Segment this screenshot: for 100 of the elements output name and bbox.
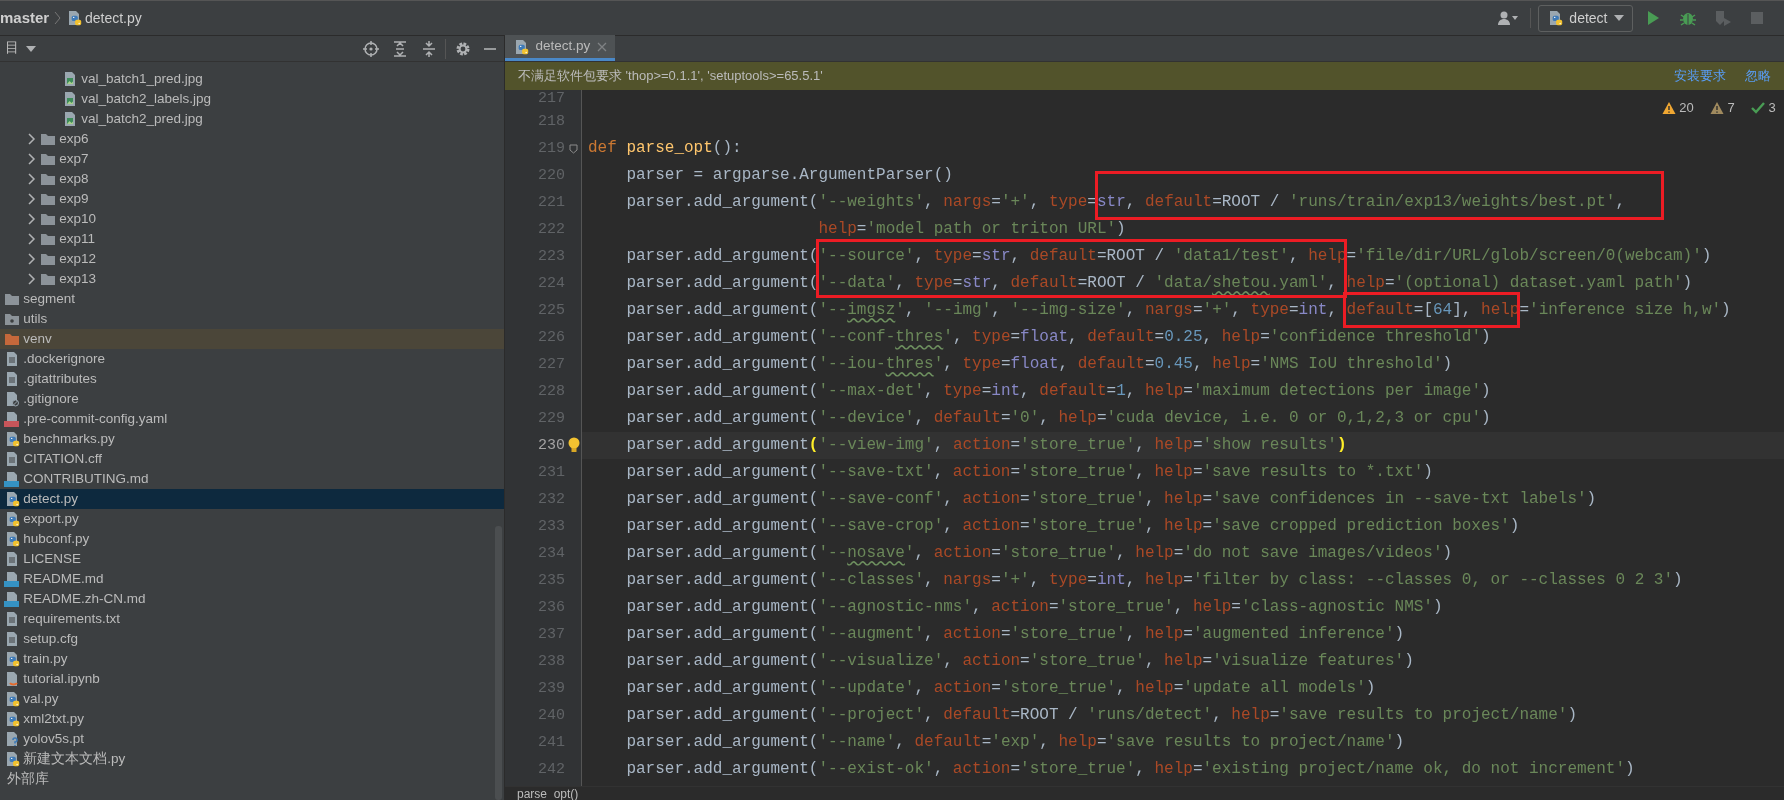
code-line: parser.add_argument('--agnostic-nms', action='store_true', help='class-agnostic NMS') xyxy=(625,598,1443,616)
chevron-icon[interactable] xyxy=(26,152,36,165)
code-line: parser.add_argument('--augment', action='store_true', help='augmented inference') xyxy=(625,625,1405,643)
tree-item[interactable]: .gitattributes xyxy=(0,368,504,389)
tree-item[interactable]: README.zh-CN.md xyxy=(0,588,504,609)
warning-icon xyxy=(1710,100,1725,115)
code-line: parser = argparse.ArgumentParser() xyxy=(625,166,953,184)
tree-item[interactable]: 新建文本文档.py xyxy=(0,748,504,769)
tree-item[interactable]: requirements.txt xyxy=(0,608,504,629)
breadcrumb-item[interactable]: master xyxy=(0,6,50,30)
inspection-counter[interactable]: 7 xyxy=(1705,98,1740,118)
markdown-file-icon xyxy=(4,590,20,607)
locate-icon xyxy=(362,40,379,57)
stop-icon xyxy=(1748,9,1766,27)
tree-item[interactable]: setup.cfg xyxy=(0,628,504,649)
chevron-icon[interactable] xyxy=(26,192,36,205)
tree-item[interactable]: exp6 xyxy=(0,128,504,149)
chevron-icon[interactable] xyxy=(26,132,36,145)
code-line: parser.add_argument('--save-txt', action='store_true', help='save results to *.txt') xyxy=(625,463,1433,481)
tree-item[interactable]: val_batch1_pred.jpg xyxy=(0,68,504,89)
image-file-icon xyxy=(62,110,78,127)
code-line: parser.add_argument('--nosave', action='store_true', help='do not save images/videos') xyxy=(625,544,1453,562)
tree-item[interactable]: train.py xyxy=(0,648,504,669)
caret-icon xyxy=(1614,14,1624,22)
minimize-icon xyxy=(483,47,496,50)
code-line: parser.add_argument('--exist-ok', action='store_true', help='existing project/name ok, do not increment') xyxy=(625,760,1635,778)
ignored-file-icon xyxy=(4,390,20,407)
shield-play-icon xyxy=(1713,9,1732,27)
tree-item[interactable]: venv xyxy=(0,328,504,349)
tree-item[interactable]: exp13 xyxy=(0,268,504,289)
tree-item[interactable]: utils xyxy=(0,308,504,329)
tree-item[interactable]: CITATION.cff xyxy=(0,448,504,469)
tree-item[interactable]: val_batch2_labels.jpg xyxy=(0,88,504,109)
user-icon xyxy=(1496,10,1519,26)
python-file-icon xyxy=(4,750,20,767)
python-file-icon xyxy=(4,530,20,547)
line-number: 230 xyxy=(537,436,565,456)
banner-message: 不满足软件包要求 'thop>=0.1.1', 'setuptools>=65.5.1' xyxy=(518,67,823,86)
code-line: parser.add_argument('--save-crop', action='store_true', help='save cropped prediction boxes') xyxy=(625,517,1520,535)
warning-icon xyxy=(1662,100,1677,115)
tree-item[interactable]: hubconf.py xyxy=(0,528,504,549)
breadcrumb-item[interactable]: parse_opt() xyxy=(517,787,579,800)
banner-link[interactable]: 安装要求 xyxy=(1673,66,1726,86)
code-line: parser.add_argument('--name', default='exp', help='save results to project/name') xyxy=(625,733,1405,751)
code-line: parser.add_argument('--data', type=str, default=ROOT / 'data/shetou.yaml', help='(optional) dataset.yaml path') xyxy=(625,274,1693,292)
tree-item[interactable]: exp12 xyxy=(0,248,504,269)
tree-item[interactable]: exp9 xyxy=(0,188,504,209)
code-line: parser.add_argument('--project', default=ROOT / 'runs/detect', help='save results to project/name') xyxy=(625,706,1577,724)
code-line: parser.add_argument('--view-img', action='store_true', help='show results') xyxy=(625,436,1347,454)
run-configuration-dropdown[interactable]: detect xyxy=(1537,4,1633,32)
tree-item[interactable]: xml2txt.py xyxy=(0,708,504,729)
tree-item[interactable]: exp7 xyxy=(0,148,504,169)
tree-item[interactable]: export.py xyxy=(0,508,504,529)
image-file-icon xyxy=(62,90,78,107)
project-view-dropdown[interactable]: 目 xyxy=(0,38,41,59)
python-file-icon xyxy=(4,490,20,507)
tree-item[interactable]: .gitignore xyxy=(0,388,504,409)
python-file-icon xyxy=(4,710,20,727)
tree-item[interactable]: val.py xyxy=(0,688,504,709)
chevron-icon[interactable] xyxy=(26,252,36,265)
tree-item[interactable]: README.md xyxy=(0,568,504,589)
code-line: parser.add_argument('--conf-thres', type=float, default=0.25, help='confidence threshold') xyxy=(625,328,1491,346)
tree-item[interactable]: detect.py xyxy=(0,488,504,509)
tree-item[interactable]: 外部库 xyxy=(0,768,504,789)
code-line: def parse_opt(): xyxy=(588,139,742,157)
expand-all-icon xyxy=(391,40,408,57)
tree-item[interactable]: .pre-commit-config.yaml xyxy=(0,408,504,429)
inspection-counter[interactable]: 20 xyxy=(1657,98,1699,118)
tree-item[interactable]: yolov5s.pt xyxy=(0,728,504,749)
settings-icon xyxy=(454,40,471,57)
tree-item[interactable]: exp10 xyxy=(0,208,504,229)
code-line: parser.add_argument('--update', action='store_true', help='update all models') xyxy=(625,679,1376,697)
python-file-icon xyxy=(4,430,20,447)
tree-item[interactable]: exp8 xyxy=(0,168,504,189)
code-line: parser.add_argument('--iou-thres', type=float, default=0.45, help='NMS IoU threshold') xyxy=(625,355,1453,373)
chevron-icon[interactable] xyxy=(26,272,36,285)
tree-item[interactable]: LICENSE xyxy=(0,548,504,569)
yaml-file-icon xyxy=(4,410,20,427)
text-file-icon xyxy=(4,370,20,387)
tree-item[interactable]: tutorial.ipynb xyxy=(0,668,504,689)
banner-link[interactable]: 忽略 xyxy=(1745,66,1771,86)
code-line: parser.add_argument('--classes', nargs='+', type=int, help='filter by class: --classes 0, or --classes 0 2 3') xyxy=(625,571,1683,589)
tree-item[interactable]: .dockerignore xyxy=(0,348,504,369)
chevron-icon[interactable] xyxy=(26,232,36,245)
fold-icon[interactable] xyxy=(569,143,578,154)
breadcrumb-item[interactable]: detect.py xyxy=(65,7,142,29)
chevron-icon[interactable] xyxy=(26,172,36,185)
python-file-icon xyxy=(4,510,20,527)
editor-tab[interactable]: detect.py xyxy=(505,35,615,61)
code-line: parser.add_argument('--visualize', action='store_true', help='visualize features') xyxy=(625,652,1414,670)
tree-item[interactable]: segment xyxy=(0,288,504,309)
tree-item[interactable]: CONTRIBUTING.md xyxy=(0,468,504,489)
tree-item[interactable]: benchmarks.py xyxy=(0,428,504,449)
tree-item[interactable]: exp11 xyxy=(0,228,504,249)
chevron-icon[interactable] xyxy=(26,212,36,225)
inspection-counter[interactable]: 3 xyxy=(1746,98,1781,118)
lightbulb-icon[interactable] xyxy=(566,437,581,454)
python-file-icon xyxy=(4,650,20,667)
tree-item[interactable]: val_batch2_pred.jpg xyxy=(0,108,504,129)
collapse-all-icon xyxy=(421,40,437,57)
